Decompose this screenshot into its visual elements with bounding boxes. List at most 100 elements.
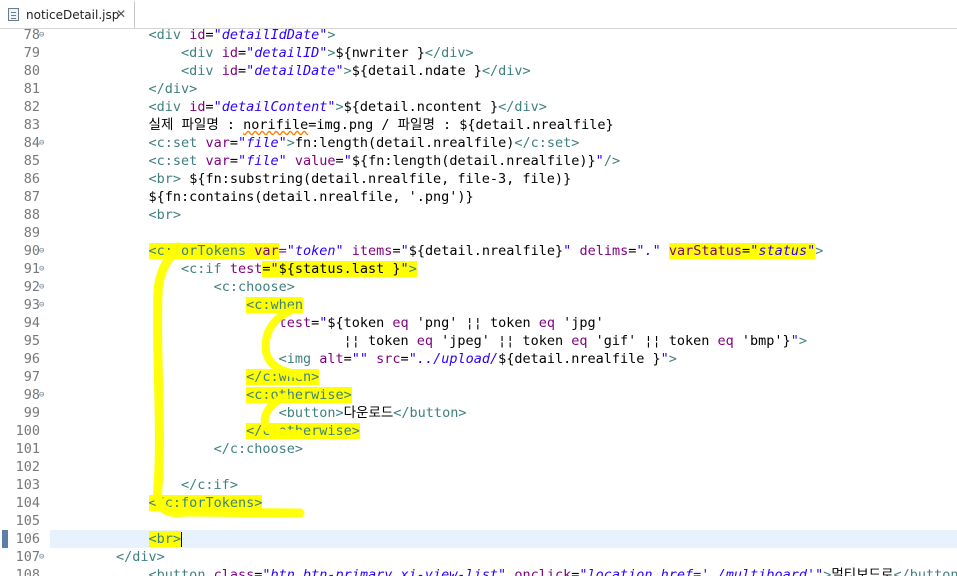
code-line[interactable]: ¦¦ token eq 'jpeg' ¦¦ token eq 'gif' ¦¦ … <box>51 332 807 350</box>
code-token: </c:otherwise> <box>246 423 360 439</box>
code-token: ${fn:length(detail.nrealfile)} <box>351 153 596 169</box>
code-line[interactable]: <c:if test="${status.last }"> <box>51 260 417 278</box>
code-token: " <box>270 261 279 277</box>
fold-toggle-icon[interactable]: ⊖ <box>39 548 44 566</box>
code-line[interactable]: <br> <box>51 206 182 224</box>
code-token: "token" <box>286 243 344 259</box>
fold-toggle-icon[interactable]: ⊖ <box>39 260 44 278</box>
code-token: <div <box>148 99 190 115</box>
line-number: 100 <box>15 423 40 439</box>
code-token: "../upload/ <box>408 351 499 367</box>
code-token: 실제 파일명 : <box>148 117 244 133</box>
code-token: /> <box>603 153 621 169</box>
code-token: ${detail.nrealfile} <box>408 243 564 259</box>
code-token: "detailID" <box>246 45 328 61</box>
fold-toggle-icon[interactable]: ⊖ <box>39 278 44 296</box>
code-line[interactable]: <c:when <box>51 296 303 314</box>
code-token: <div <box>181 45 222 61</box>
code-token: = <box>742 243 751 259</box>
code-token: = <box>237 63 247 79</box>
current-line-highlight <box>50 530 957 548</box>
code-token: onclick <box>514 567 572 576</box>
code-token: ${fn:contains(detail.nrealfile, '.png')} <box>148 189 474 205</box>
code-editor[interactable]: 78 ⊖ <div id="detailIdDate"> 79 <div id="d… <box>0 29 957 576</box>
code-line[interactable]: test="${token eq 'png' ¦¦ token eq 'jpg' <box>51 314 604 332</box>
code-token: 'gif' ¦¦ token <box>587 333 718 349</box>
code-token: ${detail.nrealfile } <box>498 351 661 367</box>
line-number: 107 <box>15 549 40 565</box>
code-line[interactable]: <img alt="" src="../upload/${detail.nrea… <box>51 350 677 368</box>
code-line[interactable]: <button class="btn btn-primary xi-view-l… <box>51 566 957 576</box>
code-token: test <box>278 315 312 331</box>
code-line[interactable]: <c:choose> <box>51 278 295 296</box>
code-token: </div> <box>424 45 474 61</box>
code-token: <c:choose> <box>213 279 295 295</box>
code-line[interactable]: </div> <box>51 80 198 98</box>
code-line[interactable]: <c:set var="file">fn:length(detail.nreal… <box>51 134 580 152</box>
code-token: <c:forTokens <box>148 243 255 259</box>
tab-noticedetail[interactable]: noticeDetail.jsp ✕ <box>0 0 135 28</box>
line-number: 96 <box>23 351 40 367</box>
code-token: fn:length(detail.nrealfile) <box>294 135 515 151</box>
code-token: "btn btn-primary xi-view-list" <box>262 567 507 576</box>
code-token: <img <box>278 351 320 367</box>
code-token: value <box>294 153 336 169</box>
code-token: eq <box>392 315 409 331</box>
line-number: 82 <box>23 99 40 115</box>
code-line[interactable]: <c:forTokens var="token" items="${detail… <box>51 242 823 260</box>
code-line[interactable]: 실제 파일명 : norifile=img.png / 파일명 : ${deta… <box>51 116 614 134</box>
code-line[interactable]: <div id="detailDate">${detail.ndate }</d… <box>51 62 531 80</box>
editor-tab-bar: noticeDetail.jsp ✕ <box>0 0 957 29</box>
code-token: alt <box>319 351 344 367</box>
code-line[interactable]: </c:choose> <box>51 440 303 458</box>
fold-toggle-icon[interactable]: ⊖ <box>39 242 44 260</box>
code-token: > <box>327 29 336 43</box>
code-token: <c:otherwise> <box>246 387 352 403</box>
line-number: 81 <box>23 81 40 97</box>
code-token: </c:choose> <box>213 441 303 457</box>
code-token: <br> <box>148 531 182 547</box>
code-line[interactable]: </c:if> <box>51 476 238 494</box>
code-token: " <box>400 243 409 259</box>
line-number: 84 <box>23 135 40 151</box>
code-line[interactable]: </div> <box>51 548 165 566</box>
code-token: ${nwriter } <box>335 45 425 61</box>
code-token: "file" <box>237 135 287 151</box>
line-number: 83 <box>23 117 40 133</box>
code-token: items <box>351 243 393 259</box>
close-icon[interactable]: ✕ <box>116 7 126 21</box>
line-number: 92 <box>23 279 40 295</box>
code-token: ${token <box>327 315 393 331</box>
code-token: <div <box>181 63 222 79</box>
fold-toggle-icon[interactable]: ⊖ <box>39 296 44 314</box>
code-line[interactable]: <div id="detailIdDate"> <box>51 29 336 44</box>
code-line[interactable]: <c:set var="file" value="${fn:length(det… <box>51 152 621 170</box>
code-token: 'png' ¦¦ token <box>408 315 539 331</box>
code-line[interactable]: <br> <box>51 530 183 548</box>
code-token: "detailContent" <box>213 99 336 115</box>
fold-toggle-icon[interactable]: ⊖ <box>39 29 44 44</box>
code-token: > <box>327 45 336 61</box>
code-line[interactable]: <br> ${fn:substring(detail.nrealfile, fi… <box>51 170 572 188</box>
code-token: <button> <box>278 405 344 421</box>
code-token: test <box>229 261 263 277</box>
text-caret <box>181 531 183 547</box>
line-number: 102 <box>15 459 40 475</box>
code-line[interactable]: <div id="detailID">${nwriter }</div> <box>51 44 474 62</box>
code-token: ${fn:substring(detail.nrealfile, file-3,… <box>181 171 572 187</box>
code-line[interactable]: </c:when> <box>51 368 320 386</box>
code-line[interactable]: ${fn:contains(detail.nrealfile, '.png')} <box>51 188 474 206</box>
code-token: </c:when> <box>246 369 320 385</box>
fold-toggle-icon[interactable]: ⊖ <box>39 386 44 404</box>
code-token: = <box>400 351 409 367</box>
code-line[interactable]: <c:otherwise> <box>51 386 352 404</box>
line-number: 93 <box>23 297 40 313</box>
code-token: </button> <box>893 567 957 576</box>
code-line[interactable]: </c:otherwise> <box>51 422 360 440</box>
code-line[interactable]: </c:forTokens> <box>51 494 263 512</box>
code-line[interactable]: <button>다운로드</button> <box>51 404 467 422</box>
code-line[interactable]: <div id="detailContent">${detail.nconten… <box>51 98 547 116</box>
fold-toggle-icon[interactable]: ⊖ <box>39 134 44 152</box>
code-token: =img.png / 파일명 : ${detail.nrealfile} <box>308 117 614 133</box>
